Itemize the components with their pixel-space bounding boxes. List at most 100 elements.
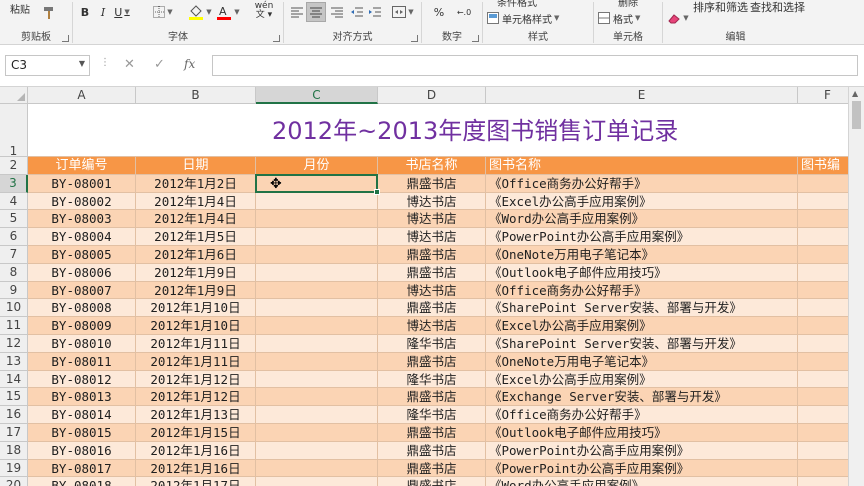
fill-handle[interactable] [374, 188, 380, 195]
cell-e15[interactable]: 《Exchange Server安装、部署与开发》 [486, 388, 798, 407]
cell-f18[interactable] [798, 441, 848, 460]
cell-a4[interactable]: BY-08002 [28, 192, 136, 211]
find-select-button[interactable]: 查找和选择 [750, 0, 805, 15]
cell-a15[interactable]: BY-08013 [28, 388, 136, 407]
align-right-icon[interactable] [328, 3, 346, 21]
cell-d9[interactable]: 博达书店 [378, 281, 486, 300]
column-header-a[interactable]: A [28, 87, 136, 104]
cancel-icon[interactable]: ✕ [124, 57, 135, 72]
column-header-f[interactable]: F [798, 87, 848, 104]
row-header-8[interactable]: 8 [0, 263, 28, 282]
cell-f6[interactable] [798, 228, 848, 246]
cell-e10[interactable]: 《SharePoint Server安装、部署与开发》 [486, 299, 798, 318]
cell-d14[interactable]: 隆华书店 [378, 370, 486, 389]
format-button[interactable]: 格式 ▼ [598, 9, 658, 27]
cell-c15[interactable] [256, 388, 378, 407]
bold-button[interactable]: B [77, 3, 93, 21]
header-cell-e[interactable]: 图书名称 [486, 157, 798, 175]
font-color-button[interactable]: A ▼ [215, 3, 241, 21]
cell-c19[interactable] [256, 459, 378, 478]
conditional-format-button[interactable]: 条件格式 [497, 0, 537, 9]
cell-c16[interactable] [256, 406, 378, 424]
cell-e11[interactable]: 《Excel办公高手应用案例》 [486, 317, 798, 335]
select-all-button[interactable] [0, 87, 28, 104]
cell-f12[interactable] [798, 335, 848, 353]
enter-icon[interactable]: ✓ [154, 57, 165, 72]
cell-d18[interactable]: 鼎盛书店 [378, 441, 486, 460]
cell-e14[interactable]: 《Excel办公高手应用案例》 [486, 370, 798, 389]
cell-c6[interactable] [256, 228, 378, 246]
cell-b18[interactable]: 2012年1月16日 [136, 441, 256, 460]
cell-a20[interactable]: BY-08018 [28, 477, 136, 486]
cell-d3[interactable]: 鼎盛书店 [378, 174, 486, 193]
cell-a18[interactable]: BY-08016 [28, 441, 136, 460]
cell-d12[interactable]: 隆华书店 [378, 335, 486, 353]
cell-f3[interactable] [798, 174, 848, 193]
cell-c20[interactable] [256, 477, 378, 486]
cell-a13[interactable]: BY-08011 [28, 352, 136, 371]
sort-filter-button[interactable]: 排序和筛选 [693, 0, 748, 15]
italic-button[interactable]: I [95, 3, 111, 21]
cell-f9[interactable] [798, 281, 848, 300]
row-header-10[interactable]: 10 [0, 299, 28, 318]
cell-d13[interactable]: 鼎盛书店 [378, 352, 486, 371]
cell-e16[interactable]: 《Office商务办公好帮手》 [486, 406, 798, 424]
cell-c11[interactable] [256, 317, 378, 335]
column-header-d[interactable]: D [378, 87, 486, 104]
cell-f7[interactable] [798, 246, 848, 264]
row-header-7[interactable]: 7 [0, 246, 28, 264]
cell-f14[interactable] [798, 370, 848, 389]
clipboard-launcher-icon[interactable] [62, 35, 69, 42]
cell-d8[interactable]: 鼎盛书店 [378, 263, 486, 282]
cell-c12[interactable] [256, 335, 378, 353]
cell-b13[interactable]: 2012年1月11日 [136, 352, 256, 371]
row-header-3[interactable]: 3 [0, 174, 28, 193]
font-launcher-icon[interactable] [273, 35, 280, 42]
cell-e18[interactable]: 《PowerPoint办公高手应用案例》 [486, 441, 798, 460]
cell-a12[interactable]: BY-08010 [28, 335, 136, 353]
cell-b14[interactable]: 2012年1月12日 [136, 370, 256, 389]
cell-b12[interactable]: 2012年1月11日 [136, 335, 256, 353]
cell-e9[interactable]: 《Office商务办公好帮手》 [486, 281, 798, 300]
name-box[interactable]: C3 ▼ [5, 55, 90, 76]
cell-f19[interactable] [798, 459, 848, 478]
cell-f17[interactable] [798, 424, 848, 442]
cell-f13[interactable] [798, 352, 848, 371]
formula-input[interactable] [212, 55, 858, 76]
cell-c4[interactable] [256, 192, 378, 211]
cell-a9[interactable]: BY-08007 [28, 281, 136, 300]
row-header-12[interactable]: 12 [0, 335, 28, 353]
cell-f4[interactable] [798, 192, 848, 211]
row-header-2[interactable]: 2 [0, 157, 28, 175]
scroll-thumb[interactable] [852, 101, 861, 129]
row-header-15[interactable]: 15 [0, 388, 28, 407]
cell-c5[interactable] [256, 210, 378, 229]
column-header-c[interactable]: C [256, 87, 378, 104]
underline-button[interactable]: U ▼ [113, 3, 131, 21]
cell-a14[interactable]: BY-08012 [28, 370, 136, 389]
row-header-18[interactable]: 18 [0, 441, 28, 460]
cell-a19[interactable]: BY-08017 [28, 459, 136, 478]
row-header-4[interactable]: 4 [0, 192, 28, 211]
cell-d19[interactable]: 鼎盛书店 [378, 459, 486, 478]
cell-c9[interactable] [256, 281, 378, 300]
paste-button[interactable]: 粘贴 [10, 1, 30, 16]
cell-b16[interactable]: 2012年1月13日 [136, 406, 256, 424]
cell-e4[interactable]: 《Excel办公高手应用案例》 [486, 192, 798, 211]
cell-c13[interactable] [256, 352, 378, 371]
row-header-9[interactable]: 9 [0, 281, 28, 300]
cell-e5[interactable]: 《Word办公高手应用案例》 [486, 210, 798, 229]
row-header-14[interactable]: 14 [0, 370, 28, 389]
cell-b10[interactable]: 2012年1月10日 [136, 299, 256, 318]
cell-e17[interactable]: 《Outlook电子邮件应用技巧》 [486, 424, 798, 442]
cell-f11[interactable] [798, 317, 848, 335]
cell-e7[interactable]: 《OneNote万用电子笔记本》 [486, 246, 798, 264]
cell-a6[interactable]: BY-08004 [28, 228, 136, 246]
row-header-11[interactable]: 11 [0, 317, 28, 335]
row-header-20[interactable]: 20 [0, 477, 28, 486]
vertical-scrollbar[interactable]: ▲ [848, 87, 864, 486]
column-header-e[interactable]: E [486, 87, 798, 104]
decimal-increase-icon[interactable]: ←.0 [452, 3, 476, 21]
row-header-6[interactable]: 6 [0, 228, 28, 246]
header-cell-f[interactable]: 图书编 [798, 157, 848, 175]
